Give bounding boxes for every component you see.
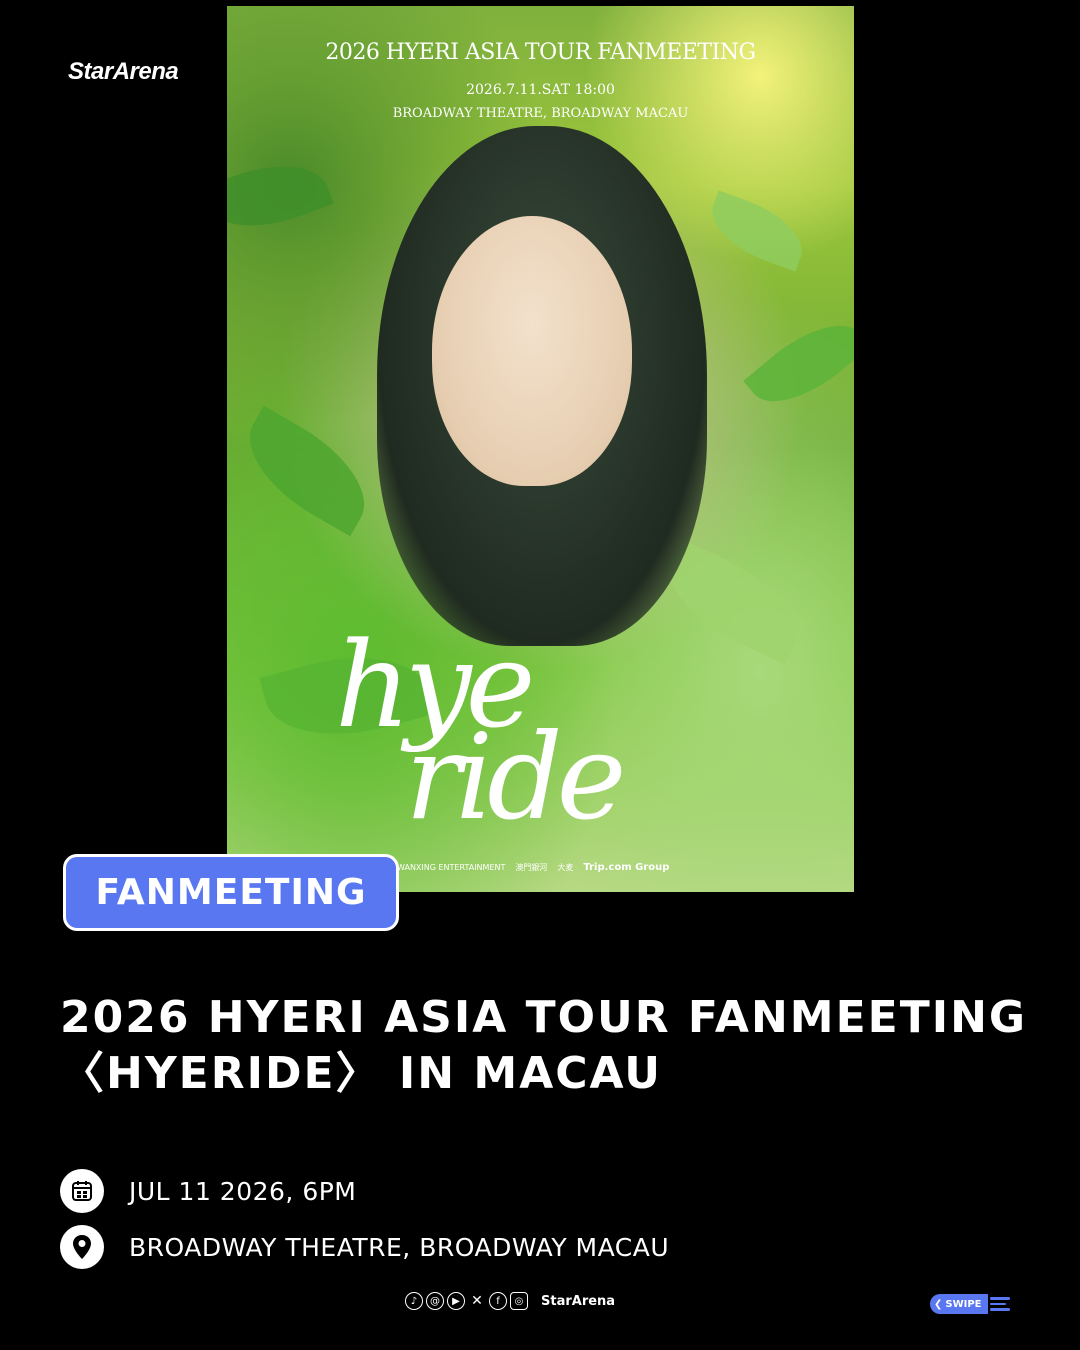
sponsor-2: 大麦 bbox=[557, 863, 574, 872]
poster-date: 2026.7.11.SAT 18:00 bbox=[466, 82, 615, 98]
tiktok-icon[interactable]: ♪ bbox=[405, 1292, 423, 1310]
event-headline: 2026 HYERI ASIA TOUR FANMEETING 〈HYERIDE… bbox=[60, 990, 1040, 1102]
calendar-icon bbox=[60, 1169, 104, 1213]
event-venue: BROADWAY THEATRE, BROADWAY MACAU bbox=[129, 1232, 670, 1262]
headline-line-1: 2026 HYERI ASIA TOUR FANMEETING bbox=[60, 992, 1028, 1043]
footer-brand: StarArena bbox=[541, 1293, 616, 1309]
facebook-icon[interactable]: f bbox=[489, 1292, 507, 1310]
sponsor-strip: WANXING ENTERTAINMENT 澳門銀河 大麦 Trip.com G… bbox=[397, 862, 847, 873]
brand-logo: StarArena bbox=[68, 58, 192, 94]
sponsor-3: Trip.com Group bbox=[583, 862, 670, 873]
swipe-label: SWIPE bbox=[945, 1298, 982, 1310]
portrait-face bbox=[432, 216, 632, 486]
location-pin-icon bbox=[60, 1225, 104, 1269]
brand-logo-text: StarArena bbox=[68, 58, 179, 85]
poster-title: 2026 HYERI ASIA TOUR FANMEETING bbox=[325, 40, 756, 65]
instagram-icon[interactable]: ◎ bbox=[510, 1292, 528, 1310]
script-line-2: ride bbox=[405, 708, 627, 846]
youtube-icon[interactable]: ▶ bbox=[447, 1292, 465, 1310]
event-poster: 2026 HYERI ASIA TOUR FANMEETING 2026.7.1… bbox=[227, 6, 854, 892]
sponsor-1: 澳門銀河 bbox=[515, 863, 548, 872]
swipe-indicator[interactable]: ❮ SWIPE bbox=[930, 1293, 1010, 1315]
poster-venue: BROADWAY THEATRE, BROADWAY MACAU bbox=[392, 106, 689, 121]
headline-line-2: 〈HYERIDE〉 IN MACAU bbox=[60, 1048, 662, 1099]
swipe-pill[interactable]: ❮ SWIPE bbox=[930, 1294, 988, 1314]
event-venue-row: BROADWAY THEATRE, BROADWAY MACAU bbox=[60, 1225, 669, 1269]
threads-icon[interactable]: @ bbox=[426, 1292, 444, 1310]
swipe-lines-icon bbox=[989, 1297, 1010, 1311]
hyeride-script-logo: hye ride bbox=[335, 616, 755, 846]
chevron-left-icon: ❮ bbox=[934, 1298, 943, 1310]
x-icon[interactable]: ✕ bbox=[468, 1292, 486, 1310]
event-date-row: JUL 11 2026, 6PM bbox=[60, 1169, 356, 1213]
event-date: JUL 11 2026, 6PM bbox=[129, 1176, 357, 1206]
social-footer: ♪ @ ▶ ✕ f ◎ StarArena bbox=[405, 1292, 615, 1310]
sponsor-0: WANXING ENTERTAINMENT bbox=[397, 863, 506, 872]
category-badge: FANMEETING bbox=[63, 854, 399, 931]
